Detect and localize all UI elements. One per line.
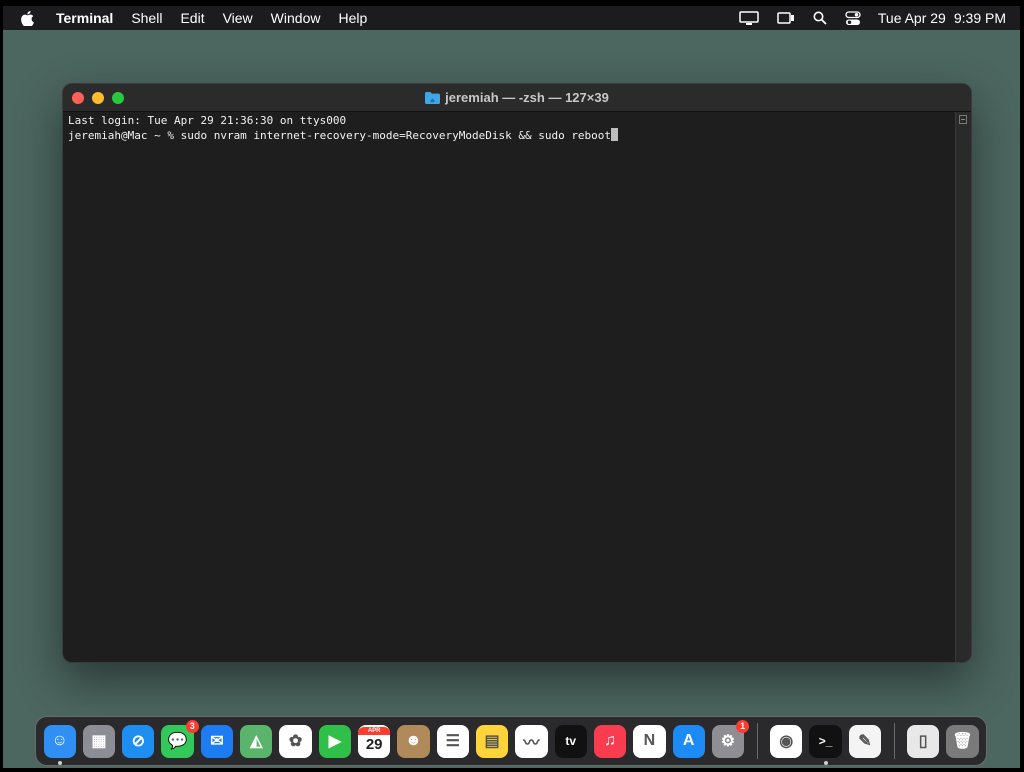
chrome-icon[interactable]: ◉ [770,724,803,758]
running-indicator [57,760,62,765]
dock-app-glyph: ⊘ [131,733,145,750]
control-center-icon[interactable] [845,10,861,26]
menu-window[interactable]: Window [262,6,330,30]
notes-icon[interactable]: ▤ [475,724,509,758]
terminal-command: jeremiah@Mac ~ % sudo nvram internet-rec… [68,129,612,142]
home-folder-icon [425,91,441,104]
calendar-day-label: 29 [365,736,383,753]
facetime-icon[interactable]: ▶ [318,724,351,758]
dock-app-glyph: ⚙ [720,733,736,750]
apple-menu-icon[interactable] [3,10,47,26]
display-icon[interactable] [739,10,759,26]
dock-app-glyph: ✿ [288,733,303,750]
window-title: jeremiah — -zsh — 127×39 [445,90,609,105]
dock-app-glyph: ▤ [484,733,500,750]
textedit-icon[interactable]: ✎ [848,724,882,758]
safari-icon[interactable]: ⊘ [122,724,155,758]
terminal-prompt-line: jeremiah@Mac ~ % sudo nvram internet-rec… [68,128,951,143]
minimize-button[interactable] [92,92,104,104]
music-icon[interactable]: ♫ [593,724,627,758]
dock-app-glyph: >_ [818,734,833,748]
clock-time: 9:39 PM [953,10,1006,26]
dock: ☺ ▦ ⊘ 💬 3 ✉ ◭ ✿ ▶ APR 29 ☻ ☰ ▤ 〰 tv ♫ N A ⚙ 1 ◉ >_ ✎ ▯ 🗑 [35,716,987,766]
messages-icon[interactable]: 💬 3 [161,719,199,758]
menu-view[interactable]: View [214,6,262,30]
terminal-output[interactable]: Last login: Tue Apr 29 21:36:30 on ttys0… [63,112,956,662]
calendar-month-label: APR [358,727,391,735]
menu-bar: Terminal Shell Edit View Window Help Tue… [3,6,1020,30]
terminal-icon[interactable]: >_ [809,724,842,765]
photos-icon[interactable]: ✿ [279,724,312,758]
terminal-line: Last login: Tue Apr 29 21:36:30 on ttys0… [68,114,347,127]
dock-app-glyph: tv [565,734,577,748]
trash-icon[interactable]: 🗑 [946,724,979,758]
dock-app-glyph: ▶ [328,733,341,750]
desktop: Terminal Shell Edit View Window Help Tue… [3,6,1020,768]
news-icon[interactable]: N [633,724,666,758]
running-indicator [823,760,828,765]
dock-separator [756,723,758,759]
dock-app-glyph: ◭ [250,733,263,750]
app-menu-terminal[interactable]: Terminal [47,6,122,30]
dock-app-glyph: ✎ [858,733,872,750]
scroll-marker-icon[interactable] [959,115,967,124]
menu-bar-clock[interactable]: Tue Apr 29 9:39 PM [878,10,1006,26]
tv-icon[interactable]: tv [554,724,587,758]
calendar-icon[interactable]: APR 29 [358,724,391,758]
dock-app-glyph: A [682,732,695,749]
contacts-icon[interactable]: ☻ [397,724,430,758]
dock-app-glyph: ◉ [779,733,794,750]
reminders-icon[interactable]: ☰ [436,724,469,758]
text-cursor [611,128,619,141]
zoom-button[interactable] [112,92,124,104]
dock-app-glyph: ☺ [51,732,68,749]
clock-date: Tue Apr 29 [877,10,946,26]
maps-icon[interactable]: ◭ [240,724,273,758]
dock-app-glyph: ▦ [91,733,107,750]
dock-app-glyph: 🗑 [952,733,973,750]
screen-mirroring-icon[interactable] [777,11,795,25]
dock-app-glyph: ▯ [918,733,928,750]
window-title-bar[interactable]: jeremiah — -zsh — 127×39 [63,84,971,112]
search-icon[interactable] [813,11,827,25]
dock-app-glyph: ✉ [210,733,224,750]
dock-app-glyph: ♫ [604,732,617,749]
document-icon[interactable]: ▯ [907,724,940,758]
system-settings-icon[interactable]: ⚙ 1 [711,719,750,758]
launchpad-icon[interactable]: ▦ [82,724,116,758]
app-store-icon[interactable]: A [672,724,705,758]
dock-app-glyph: 💬 [167,733,188,750]
vertical-scrollbar[interactable] [955,112,971,662]
dock-app-glyph: N [643,732,656,749]
dock-app-glyph: 〰 [523,735,540,752]
close-button[interactable] [72,92,84,104]
menu-edit[interactable]: Edit [171,6,213,30]
finder-icon[interactable]: ☺ [43,724,76,765]
notification-badge: 3 [185,719,199,733]
dock-app-glyph: ☻ [405,732,422,749]
terminal-window[interactable]: jeremiah — -zsh — 127×39 Last login: Tue… [62,83,972,663]
dock-separator [893,723,895,759]
dock-app-glyph: ☰ [445,733,460,750]
freeform-icon[interactable]: 〰 [515,724,548,758]
menu-help[interactable]: Help [329,6,376,30]
mail-icon[interactable]: ✉ [200,724,234,758]
notification-badge: 1 [736,719,750,733]
menu-shell[interactable]: Shell [122,6,171,30]
